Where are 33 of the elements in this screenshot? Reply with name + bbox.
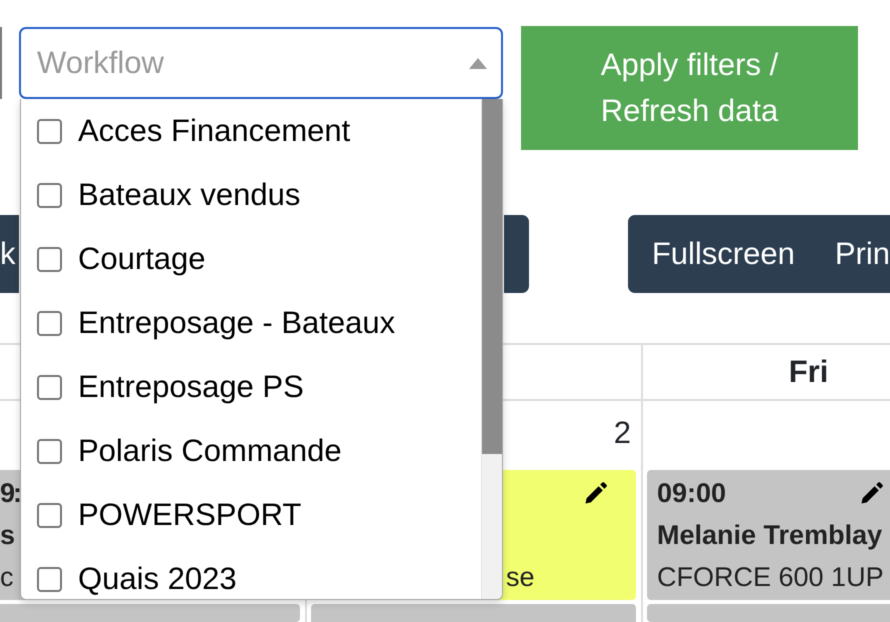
event-card[interactable]: 09:00 Melanie Tremblay CFORCE 600 1UP (647, 470, 890, 600)
event-detail: se (506, 561, 535, 594)
checkbox[interactable] (37, 310, 62, 336)
checkbox[interactable] (37, 438, 62, 464)
day-number: 2 (614, 414, 631, 452)
event-time: 9: (0, 477, 20, 510)
option-label[interactable]: POWERSPORT (78, 497, 302, 533)
event-time: 09:00 (657, 477, 726, 510)
pencil-icon[interactable] (584, 481, 608, 505)
checkbox[interactable] (37, 502, 62, 528)
event-detail: c (0, 561, 12, 594)
option-label[interactable]: Courtage (78, 241, 206, 277)
caret-up-icon[interactable] (469, 58, 487, 68)
option-label[interactable]: Quais 2023 (78, 561, 237, 597)
checkbox[interactable] (37, 566, 62, 592)
event-title: s (0, 519, 14, 552)
day-header: Fri (788, 353, 828, 391)
checkbox[interactable] (37, 374, 62, 400)
scrollbar-thumb[interactable] (482, 99, 502, 454)
option-label[interactable]: Entreposage - Bateaux (78, 305, 396, 341)
event-detail: CFORCE 600 1UP (657, 561, 884, 594)
event-title: Melanie Tremblay (657, 519, 882, 552)
toolbar-button[interactable]: Prin (814, 215, 890, 293)
option-label[interactable]: Entreposage PS (78, 369, 304, 405)
option-label[interactable]: Polaris Commande (78, 433, 342, 469)
checkbox[interactable] (37, 182, 62, 208)
option-label[interactable]: Bateaux vendus (78, 177, 300, 213)
checkbox[interactable] (37, 118, 62, 144)
toolbar-button[interactable]: k (0, 215, 19, 293)
option-label[interactable]: Acces Financement (78, 113, 350, 149)
pencil-icon[interactable] (860, 481, 884, 505)
checkbox[interactable] (37, 246, 62, 272)
toolbar-button[interactable]: Fullscreen (628, 215, 815, 293)
